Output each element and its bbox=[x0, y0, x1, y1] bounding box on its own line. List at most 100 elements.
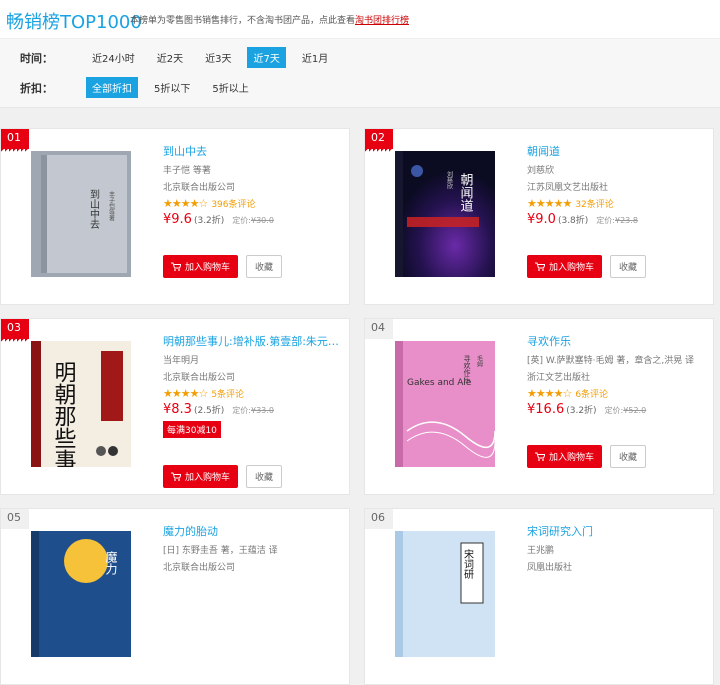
list-price: 定价:¥30.0 bbox=[232, 216, 274, 225]
book-cover[interactable]: 宋词研 bbox=[395, 531, 495, 657]
discount-rate: (3.2折) bbox=[566, 406, 597, 416]
book-cover[interactable]: Gakes and Ale 寻欢作乐 毛姆 bbox=[395, 341, 495, 467]
book-publisher: 浙江文艺出版社 bbox=[527, 373, 591, 383]
time-option-1m[interactable]: 近1月 bbox=[296, 47, 334, 68]
book-title[interactable]: 魔力的胎动 bbox=[163, 523, 343, 539]
review-count[interactable]: 5条评论 bbox=[211, 390, 244, 400]
book-publisher: 北京联合出版公司 bbox=[163, 183, 236, 193]
book-info: 到山中去 丰子恺 等著 北京联合出版公司 ★★★★☆ 396条评论 ¥9.6 (3.… bbox=[163, 143, 343, 227]
cart-icon bbox=[535, 452, 545, 461]
book-title[interactable]: 宋词研究入门 bbox=[527, 523, 707, 539]
list-price-label: 定价: bbox=[232, 406, 251, 415]
list-price-value: ¥33.0 bbox=[251, 406, 274, 415]
discount-option-below-5[interactable]: 5折以下 bbox=[148, 77, 196, 98]
cover-author: 刘慈欣 bbox=[446, 170, 453, 190]
cover-title: 朝闻道 bbox=[458, 173, 474, 212]
time-option-7d[interactable]: 近7天 bbox=[247, 47, 286, 68]
current-price: ¥9.0 bbox=[527, 212, 556, 227]
rank-badge: 06 bbox=[365, 509, 393, 529]
time-option-3d[interactable]: 近3天 bbox=[199, 47, 237, 68]
book-cover[interactable]: 明朝那些事儿 bbox=[31, 341, 131, 467]
discount-rate: (2.5折) bbox=[193, 406, 225, 416]
current-price: ¥16.6 bbox=[527, 402, 565, 417]
book-rating: ★★★★☆ 396条评论 bbox=[163, 197, 343, 210]
book-rating: ★★★★☆ 5条评论 bbox=[163, 387, 343, 400]
list-price: 定价:¥52.0 bbox=[605, 406, 647, 415]
group-buy-ranking-link[interactable]: 淘书团排行榜 bbox=[355, 16, 409, 26]
cover-title: 到山中去 bbox=[88, 189, 100, 229]
time-filter-label: 时间： bbox=[20, 52, 53, 65]
book-info: 魔力的胎动 [日] 东野圭吾 著，王蕴洁 译 北京联合出版公司 bbox=[163, 523, 343, 573]
review-count[interactable]: 32条评论 bbox=[575, 200, 613, 210]
book-info: 宋词研究入门 王兆鹏 凤凰出版社 bbox=[527, 523, 707, 573]
current-price: ¥8.3 bbox=[163, 402, 192, 417]
add-to-cart-label: 加入购物车 bbox=[549, 263, 595, 273]
book-title[interactable]: 到山中去 bbox=[163, 143, 343, 159]
add-to-cart-button[interactable]: 加入购物车 bbox=[527, 445, 603, 468]
time-option-2d[interactable]: 近2天 bbox=[151, 47, 189, 68]
rating-stars: ★★★★★ bbox=[527, 197, 572, 210]
book-info: 寻欢作乐 [英] W.萨默塞特·毛姆 著，章含之,洪晃 译 浙江文艺出版社 ★★… bbox=[527, 333, 707, 417]
book-publisher: 北京联合出版公司 bbox=[163, 563, 236, 573]
book-author: 丰子恺 等著 bbox=[163, 166, 211, 176]
book-card: 02 朝闻道 刘慈欣 朝闻道 刘慈欣 江苏凤凰文艺出版社 ★★★★★ 32条评论 … bbox=[364, 128, 714, 305]
list-price-value: ¥52.0 bbox=[623, 406, 647, 415]
current-price: ¥9.6 bbox=[163, 212, 192, 227]
book-rating: ★★★★★ 32条评论 bbox=[527, 197, 707, 210]
list-price-label: 定价: bbox=[596, 216, 615, 225]
description-text: 本榜单为零售图书销售排行，不含淘书团产品，点此查看 bbox=[130, 16, 356, 26]
rating-stars: ★★★★☆ bbox=[527, 387, 572, 400]
book-author: 当年明月 bbox=[163, 356, 200, 366]
book-card: 03 明朝那些事儿 明朝那些事儿:增补版.第壹部:朱元璋:从 当年明月 北京联合… bbox=[0, 318, 350, 495]
rank-badge: 04 bbox=[365, 319, 393, 339]
time-option-24h[interactable]: 近24小时 bbox=[86, 47, 141, 68]
add-to-cart-button[interactable]: 加入购物车 bbox=[163, 465, 239, 488]
book-cover[interactable]: 朝闻道 刘慈欣 bbox=[395, 151, 495, 277]
add-to-cart-label: 加入购物车 bbox=[185, 473, 231, 483]
filter-panel: 时间： 近24小时 近2天 近3天 近7天 近1月 折扣： 全部折扣 5折以下 … bbox=[0, 38, 720, 108]
book-card: 01 到山中去 丰子恺等著 到山中去 丰子恺 等著 北京联合出版公司 ★★★★☆… bbox=[0, 128, 350, 305]
discount-rate: (3.8折) bbox=[557, 216, 589, 226]
book-author: [英] W.萨默塞特·毛姆 著，章含之,洪晃 译 bbox=[527, 356, 695, 366]
book-price: ¥16.6 (3.2折) 定价:¥52.0 bbox=[527, 402, 707, 417]
book-title[interactable]: 朝闻道 bbox=[527, 143, 707, 159]
book-title[interactable]: 寻欢作乐 bbox=[527, 333, 707, 349]
review-count[interactable]: 6条评论 bbox=[575, 390, 608, 400]
add-to-cart-button[interactable]: 加入购物车 bbox=[527, 255, 603, 278]
book-publisher: 江苏凤凰文艺出版社 bbox=[527, 183, 609, 193]
page-title: 畅销榜TOP1000 bbox=[6, 12, 142, 33]
book-price: ¥9.0 (3.8折) 定价:¥23.8 bbox=[527, 212, 707, 227]
book-card: 06 宋词研 宋词研究入门 王兆鹏 凤凰出版社 bbox=[364, 508, 714, 685]
book-title[interactable]: 明朝那些事儿:增补版.第壹部:朱元璋:从 bbox=[163, 333, 343, 349]
discount-option-all[interactable]: 全部折扣 bbox=[86, 77, 138, 98]
discount-filter-label: 折扣： bbox=[20, 82, 53, 95]
discount-option-above-5[interactable]: 5折以上 bbox=[206, 77, 254, 98]
cover-title: 明朝那些事儿 bbox=[51, 361, 77, 467]
cover-subtitle: 寻欢作乐 bbox=[463, 355, 471, 383]
time-filter-row: 时间： 近24小时 近2天 近3天 近7天 近1月 bbox=[0, 44, 720, 70]
book-info: 朝闻道 刘慈欣 江苏凤凰文艺出版社 ★★★★★ 32条评论 ¥9.0 (3.8折) 定… bbox=[527, 143, 707, 227]
book-cover[interactable]: 到山中去 丰子恺等著 bbox=[31, 151, 131, 277]
book-author: 刘慈欣 bbox=[527, 166, 555, 176]
favorite-button[interactable]: 收藏 bbox=[246, 465, 283, 488]
book-author: 王兆鹏 bbox=[527, 546, 555, 556]
rank-badge: 05 bbox=[1, 509, 29, 529]
book-publisher: 北京联合出版公司 bbox=[163, 373, 236, 383]
book-cover[interactable]: 魔力 bbox=[31, 531, 131, 657]
favorite-button[interactable]: 收藏 bbox=[610, 445, 647, 468]
add-to-cart-label: 加入购物车 bbox=[549, 453, 595, 463]
favorite-button[interactable]: 收藏 bbox=[610, 255, 647, 278]
book-info: 明朝那些事儿:增补版.第壹部:朱元璋:从 当年明月 北京联合出版公司 ★★★★☆… bbox=[163, 333, 343, 438]
cart-icon bbox=[171, 472, 181, 481]
favorite-button[interactable]: 收藏 bbox=[246, 255, 283, 278]
list-price-label: 定价: bbox=[232, 216, 251, 225]
cover-title: 宋词研 bbox=[462, 548, 474, 580]
review-count[interactable]: 396条评论 bbox=[211, 200, 255, 210]
page-header: 畅销榜TOP1000 本榜单为零售图书销售排行，不含淘书团产品，点此查看淘书团排… bbox=[0, 0, 720, 38]
rating-stars: ★★★★☆ bbox=[163, 387, 208, 400]
cart-icon bbox=[171, 262, 181, 271]
list-price-value: ¥23.8 bbox=[615, 216, 638, 225]
list-price: 定价:¥23.8 bbox=[596, 216, 638, 225]
add-to-cart-button[interactable]: 加入购物车 bbox=[163, 255, 239, 278]
rank-badge: 03 bbox=[1, 319, 29, 343]
